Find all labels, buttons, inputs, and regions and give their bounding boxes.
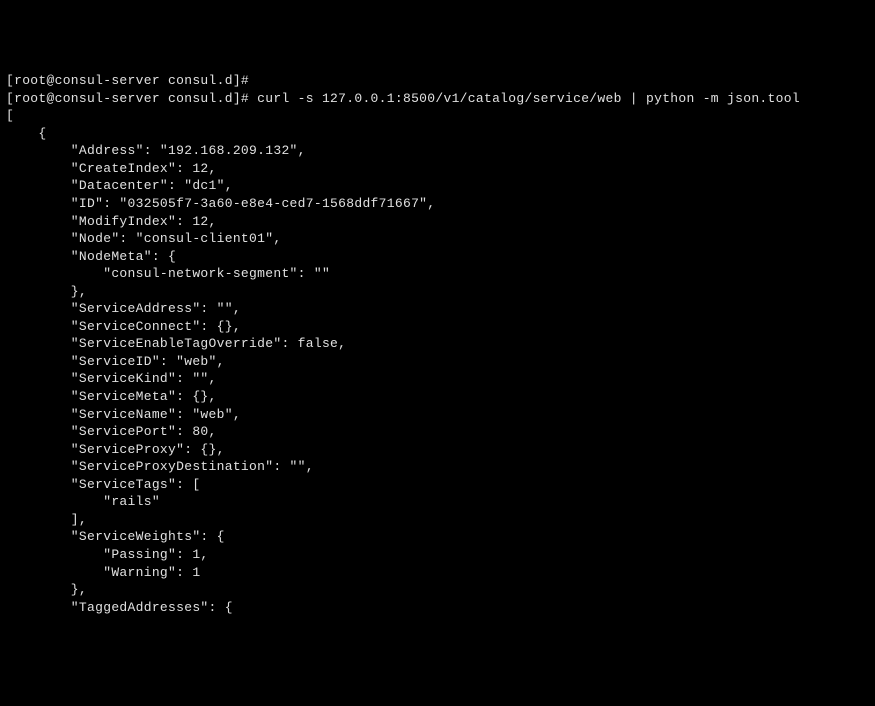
prompt-line-prev: [root@consul-server consul.d]#	[6, 72, 869, 90]
json-output-line: "Address": "192.168.209.132",	[6, 142, 869, 160]
json-output-line: "ServicePort": 80,	[6, 423, 869, 441]
json-output-line: "ServiceID": "web",	[6, 353, 869, 371]
json-output-line: "rails"	[6, 493, 869, 511]
json-output-line: "ServiceWeights": {	[6, 528, 869, 546]
json-output-line: "Passing": 1,	[6, 546, 869, 564]
json-output-line: "ServiceMeta": {},	[6, 388, 869, 406]
shell-prompt: [root@consul-server consul.d]#	[6, 91, 257, 106]
json-output-line: "ServiceName": "web",	[6, 406, 869, 424]
json-output-line: {	[6, 125, 869, 143]
json-output-line: "ID": "032505f7-3a60-e8e4-ced7-1568ddf71…	[6, 195, 869, 213]
json-output-line: "NodeMeta": {	[6, 248, 869, 266]
json-output-line: },	[6, 581, 869, 599]
json-output-line: [	[6, 107, 869, 125]
json-output-line: "ServiceProxyDestination": "",	[6, 458, 869, 476]
json-output-line: "ServiceKind": "",	[6, 370, 869, 388]
json-output-line: "Datacenter": "dc1",	[6, 177, 869, 195]
json-output-line: ],	[6, 511, 869, 529]
json-output-line: "CreateIndex": 12,	[6, 160, 869, 178]
json-output-line: "ServiceConnect": {},	[6, 318, 869, 336]
json-output-line: "TaggedAddresses": {	[6, 599, 869, 617]
json-output-line: "Node": "consul-client01",	[6, 230, 869, 248]
json-output-line: "ServiceTags": [	[6, 476, 869, 494]
json-output-line: "ServiceEnableTagOverride": false,	[6, 335, 869, 353]
json-output-line: "Warning": 1	[6, 564, 869, 582]
json-output-line: },	[6, 283, 869, 301]
json-output-line: "ServiceAddress": "",	[6, 300, 869, 318]
json-output-line: "ServiceProxy": {},	[6, 441, 869, 459]
command-text: curl -s 127.0.0.1:8500/v1/catalog/servic…	[257, 91, 800, 106]
command-line: [root@consul-server consul.d]# curl -s 1…	[6, 90, 869, 108]
json-output-line: "consul-network-segment": ""	[6, 265, 869, 283]
json-output-line: "ModifyIndex": 12,	[6, 213, 869, 231]
terminal-output[interactable]: [root@consul-server consul.d]#[root@cons…	[6, 72, 869, 616]
